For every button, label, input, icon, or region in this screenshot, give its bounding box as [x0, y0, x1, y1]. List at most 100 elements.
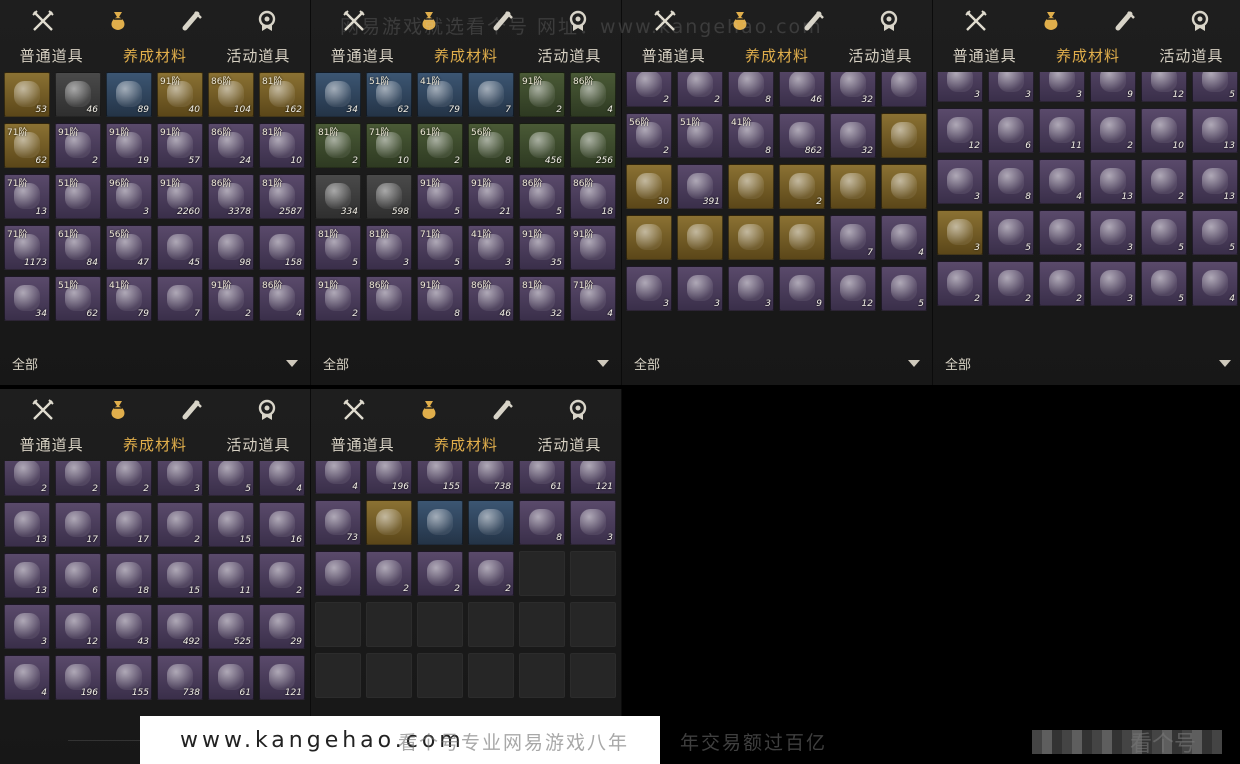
empty-slot[interactable]: [315, 602, 361, 647]
item-slot[interactable]: 91阶 21: [468, 174, 514, 219]
swords-icon[interactable]: [652, 8, 678, 34]
item-slot[interactable]: 3: [1039, 72, 1085, 102]
item-slot[interactable]: 86阶 46: [468, 276, 514, 321]
item-slot[interactable]: 46: [779, 72, 825, 107]
item-slot[interactable]: 5: [208, 461, 254, 496]
item-slot[interactable]: 2: [366, 551, 412, 596]
item-slot[interactable]: 86阶 3378: [208, 174, 254, 219]
item-slot[interactable]: [417, 500, 463, 545]
item-slot[interactable]: 2: [1141, 159, 1187, 204]
item-slot[interactable]: 71阶 62: [4, 123, 50, 168]
item-slot[interactable]: 32: [830, 113, 876, 158]
item-slot[interactable]: 12: [937, 108, 983, 153]
item-slot[interactable]: 5: [1192, 72, 1238, 102]
item-slot[interactable]: 81阶 3: [366, 225, 412, 270]
item-slot[interactable]: 41阶 79: [106, 276, 152, 321]
item-slot[interactable]: 525: [208, 604, 254, 649]
tab-1[interactable]: 养成材料: [123, 434, 187, 455]
empty-slot[interactable]: [519, 551, 565, 596]
item-slot[interactable]: 5: [1141, 261, 1187, 306]
item-slot[interactable]: 73: [315, 500, 361, 545]
item-slot[interactable]: 86阶 4: [570, 72, 616, 117]
item-slot[interactable]: 5: [1192, 210, 1238, 255]
badge-icon[interactable]: [254, 397, 280, 423]
item-slot[interactable]: 15: [208, 502, 254, 547]
item-slot[interactable]: 81阶 2: [315, 123, 361, 168]
item-slot[interactable]: 598: [366, 174, 412, 219]
tab-0[interactable]: 普通道具: [953, 45, 1017, 66]
tab-2[interactable]: 活动道具: [226, 434, 290, 455]
item-slot[interactable]: 34: [4, 276, 50, 321]
empty-slot[interactable]: [570, 551, 616, 596]
pouch-icon[interactable]: [105, 397, 131, 423]
item-slot[interactable]: 91阶 8: [417, 276, 463, 321]
item-slot[interactable]: [366, 500, 412, 545]
item-slot[interactable]: 71阶 13: [4, 174, 50, 219]
item-slot[interactable]: 71阶 4: [570, 276, 616, 321]
pouch-icon[interactable]: [416, 397, 442, 423]
item-slot[interactable]: 46: [55, 72, 101, 117]
item-slot[interactable]: [881, 113, 927, 158]
item-slot[interactable]: 41阶 3: [468, 225, 514, 270]
item-slot[interactable]: 81阶 2587: [259, 174, 305, 219]
item-slot[interactable]: 6: [55, 553, 101, 598]
item-slot[interactable]: 18: [106, 553, 152, 598]
filter-dropdown[interactable]: 全部: [0, 348, 310, 378]
item-slot[interactable]: 11: [208, 553, 254, 598]
swords-icon[interactable]: [963, 8, 989, 34]
item-slot[interactable]: 334: [315, 174, 361, 219]
item-slot[interactable]: 13: [4, 502, 50, 547]
item-slot[interactable]: 2: [779, 164, 825, 209]
pouch-icon[interactable]: [416, 8, 442, 34]
item-slot[interactable]: 4: [259, 461, 305, 496]
item-slot[interactable]: 8: [519, 500, 565, 545]
tab-2[interactable]: 活动道具: [1159, 45, 1223, 66]
item-slot[interactable]: [881, 72, 927, 107]
item-slot[interactable]: 17: [55, 502, 101, 547]
badge-icon[interactable]: [1187, 8, 1213, 34]
item-slot[interactable]: 3: [937, 72, 983, 102]
tab-0[interactable]: 普通道具: [20, 434, 84, 455]
item-slot[interactable]: 196: [55, 655, 101, 700]
item-slot[interactable]: 56阶 2: [626, 113, 672, 158]
item-slot[interactable]: 2: [1039, 261, 1085, 306]
item-slot[interactable]: 738: [468, 461, 514, 494]
item-slot[interactable]: 56阶 47: [106, 225, 152, 270]
item-slot[interactable]: 86阶 18: [570, 174, 616, 219]
item-slot[interactable]: 89: [106, 72, 152, 117]
item-slot[interactable]: 43: [106, 604, 152, 649]
empty-slot[interactable]: [417, 602, 463, 647]
item-slot[interactable]: 32: [830, 72, 876, 107]
item-slot[interactable]: [626, 215, 672, 260]
tab-2[interactable]: 活动道具: [537, 434, 601, 455]
item-slot[interactable]: 34: [315, 72, 361, 117]
item-slot[interactable]: 3: [677, 266, 723, 311]
item-slot[interactable]: 8: [728, 72, 774, 107]
item-slot[interactable]: 91阶 2: [519, 72, 565, 117]
item-slot[interactable]: 45: [157, 225, 203, 270]
item-slot[interactable]: 2: [259, 553, 305, 598]
pouch-icon[interactable]: [1038, 8, 1064, 34]
item-slot[interactable]: 492: [157, 604, 203, 649]
item-slot[interactable]: 91阶 57: [157, 123, 203, 168]
item-slot[interactable]: 91阶: [570, 225, 616, 270]
item-slot[interactable]: 3: [937, 210, 983, 255]
filter-dropdown[interactable]: 全部: [622, 348, 932, 378]
badge-icon[interactable]: [876, 8, 902, 34]
item-slot[interactable]: 5: [881, 266, 927, 311]
item-slot[interactable]: 2: [55, 461, 101, 496]
scroll-icon[interactable]: [801, 8, 827, 34]
item-slot[interactable]: 51阶: [55, 174, 101, 219]
item-slot[interactable]: 738: [157, 655, 203, 700]
scroll-icon[interactable]: [179, 397, 205, 423]
item-slot[interactable]: 2: [988, 261, 1034, 306]
item-slot[interactable]: 8: [988, 159, 1034, 204]
item-slot[interactable]: [830, 164, 876, 209]
tab-1[interactable]: 养成材料: [123, 45, 187, 66]
filter-dropdown[interactable]: 全部: [311, 348, 621, 378]
item-slot[interactable]: [881, 164, 927, 209]
item-slot[interactable]: 5: [1141, 210, 1187, 255]
item-slot[interactable]: 4: [315, 461, 361, 494]
pouch-icon[interactable]: [727, 8, 753, 34]
empty-slot[interactable]: [468, 602, 514, 647]
